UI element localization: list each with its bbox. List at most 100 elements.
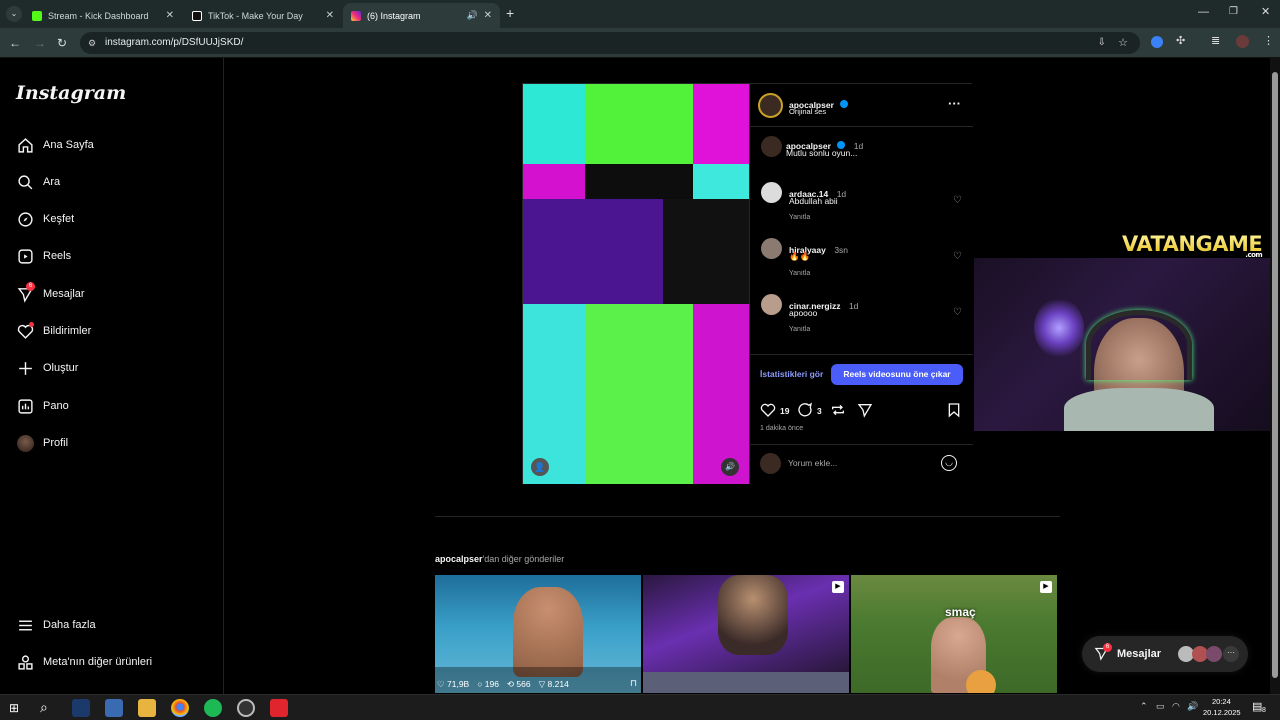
- sidebar-item-more[interactable]: Daha fazla: [16, 616, 96, 634]
- avatar[interactable]: [761, 294, 782, 315]
- clock-date[interactable]: 20.12.2025: [1203, 708, 1241, 717]
- mute-icon[interactable]: 🔊: [721, 458, 739, 476]
- tray-chevron-icon[interactable]: ⌃: [1140, 701, 1148, 712]
- reply-link[interactable]: Yanıtla: [789, 214, 810, 221]
- sidebar-item-label: Daha fazla: [43, 619, 96, 631]
- folder-icon[interactable]: [138, 699, 156, 717]
- puzzle-icon[interactable]: ✣: [1176, 34, 1185, 47]
- comment-time: 3sn: [834, 245, 849, 255]
- page-scrollbar[interactable]: [1270, 58, 1280, 694]
- minimize-button[interactable]: —: [1198, 6, 1209, 18]
- messages-pill[interactable]: 6 Mesajlar ···: [1082, 636, 1248, 672]
- sidebar-item-reels[interactable]: Reels: [16, 247, 71, 265]
- site-info-icon[interactable]: ⚙: [88, 32, 96, 54]
- sidebar-item-messages[interactable]: 6 Mesajlar: [16, 282, 85, 303]
- chrome-icon[interactable]: [171, 699, 189, 717]
- comment-like-icon[interactable]: ♡: [953, 251, 962, 262]
- new-tab-button[interactable]: +: [506, 5, 514, 21]
- sidebar-item-label: Ana Sayfa: [43, 139, 94, 151]
- avatar[interactable]: [761, 238, 782, 259]
- tab-instagram[interactable]: (6) Instagram 🔊 ✕: [343, 3, 500, 28]
- sidebar-item-meta[interactable]: Meta'nın diğer ürünleri: [16, 653, 152, 671]
- speaker-icon[interactable]: 🔊: [467, 10, 478, 21]
- divider: [750, 126, 973, 127]
- sidebar-item-explore[interactable]: Keşfet: [16, 210, 74, 228]
- boost-reel-button[interactable]: Reels videosunu öne çıkar: [831, 364, 963, 385]
- post-thumbnail[interactable]: ♡ 71,9B ○ 196 ⟲ 566 ▽ 8.214 ⊓: [435, 575, 641, 693]
- webcam-overlay: [974, 258, 1280, 431]
- comment-text: apoooo: [789, 308, 818, 318]
- comment-icon: [798, 402, 812, 417]
- notification-icon[interactable]: ▤: [1252, 700, 1262, 713]
- tab-kick[interactable]: Stream - Kick Dashboard ✕: [24, 3, 182, 28]
- sidebar-item-dashboard[interactable]: Pano: [16, 397, 69, 415]
- reel-video[interactable]: 👤 🔊: [523, 84, 749, 484]
- close-icon[interactable]: ✕: [166, 10, 174, 21]
- sidebar-item-profile[interactable]: Profil: [16, 434, 68, 452]
- wifi-icon[interactable]: ◠: [1172, 701, 1180, 712]
- window-close-button[interactable]: ✕: [1261, 5, 1270, 18]
- avatar[interactable]: [758, 93, 783, 118]
- reply-link[interactable]: Yanıtla: [789, 326, 810, 333]
- close-icon[interactable]: ✕: [484, 10, 492, 21]
- like-button[interactable]: [760, 402, 776, 423]
- more-options-icon[interactable]: ···: [948, 96, 961, 111]
- network-icon[interactable]: ▭: [1156, 701, 1165, 712]
- spotify-icon[interactable]: [204, 699, 222, 717]
- comment-like-icon[interactable]: ♡: [953, 195, 962, 206]
- post-thumbnail[interactable]: ▶: [643, 575, 849, 693]
- store-icon[interactable]: [105, 699, 123, 717]
- tab-search-button[interactable]: ⌄: [6, 6, 22, 22]
- search-icon[interactable]: ⌕: [40, 699, 48, 716]
- sidebar-item-home[interactable]: Ana Sayfa: [16, 136, 94, 154]
- sidebar-item-search[interactable]: Ara: [16, 173, 60, 191]
- audio-label[interactable]: Orijinal ses: [789, 107, 826, 116]
- tab-tiktok[interactable]: TikTok - Make Your Day ✕: [184, 3, 342, 28]
- tagged-user-icon[interactable]: 👤: [531, 458, 549, 476]
- install-icon[interactable]: ⇩: [1098, 32, 1106, 54]
- profile-avatar[interactable]: [1236, 35, 1249, 48]
- post-side-panel: apocalpser Orijinal ses ··· apocalpser 1…: [749, 84, 973, 484]
- comment-input[interactable]: Yorum ekle...: [788, 458, 938, 468]
- media-control-icon[interactable]: ≣: [1211, 34, 1220, 47]
- home-icon: [16, 136, 34, 154]
- forward-icon[interactable]: →: [34, 36, 46, 50]
- restore-button[interactable]: ❐: [1229, 6, 1238, 17]
- clock-time[interactable]: 20:24: [1212, 697, 1231, 706]
- more-posts-user[interactable]: apocalpser: [435, 554, 483, 564]
- insights-link[interactable]: İstatistikleri gör: [760, 369, 823, 379]
- app-icon[interactable]: [270, 699, 288, 717]
- back-icon[interactable]: ←: [9, 36, 21, 50]
- sidebar-item-notifications[interactable]: Bildirimler: [16, 322, 91, 340]
- close-icon[interactable]: ✕: [326, 10, 334, 21]
- post-modal: 👤 🔊 apocalpser Orijinal ses ··· apocalps…: [522, 83, 973, 484]
- post-thumbnail[interactable]: smaç ▶: [851, 575, 1057, 693]
- emoji-icon[interactable]: ◡: [941, 455, 957, 471]
- extension-icon[interactable]: [1151, 36, 1163, 48]
- bookmark-star-icon[interactable]: ☆: [1118, 32, 1128, 54]
- save-button[interactable]: [946, 402, 962, 423]
- sidebar-item-create[interactable]: Oluştur: [16, 359, 78, 377]
- share-icon: [857, 404, 873, 418]
- avatar[interactable]: [761, 136, 782, 157]
- steam-icon[interactable]: [72, 699, 90, 717]
- windows-taskbar: ⊞ ⌕ ⌃ ▭ ◠ 🔊 20:24 20.12.2025 ▤ 8: [0, 694, 1280, 720]
- obs-icon[interactable]: [237, 699, 255, 717]
- avatar: [16, 434, 34, 452]
- windows-start-icon[interactable]: ⊞: [9, 701, 19, 715]
- bookmark-icon[interactable]: ⊓: [630, 678, 637, 689]
- url-input[interactable]: ⚙ instagram.com/p/DSfUUJjSKD/ ⇩ ☆: [80, 32, 1140, 54]
- menu-icon[interactable]: ⋮: [1263, 34, 1274, 47]
- stat-reposts: ⟲ 566: [506, 679, 531, 689]
- comment-like-icon[interactable]: ♡: [953, 307, 962, 318]
- share-button[interactable]: [857, 402, 873, 423]
- scrollbar-thumb[interactable]: [1272, 72, 1278, 678]
- repost-button[interactable]: [830, 402, 846, 423]
- volume-icon[interactable]: 🔊: [1187, 701, 1198, 712]
- instagram-logo[interactable]: Instagram: [16, 82, 126, 104]
- divider: [750, 354, 973, 355]
- avatar[interactable]: [761, 182, 782, 203]
- comment-button[interactable]: [797, 402, 813, 423]
- reply-link[interactable]: Yanıtla: [789, 270, 810, 277]
- reload-icon[interactable]: ↻: [57, 36, 67, 50]
